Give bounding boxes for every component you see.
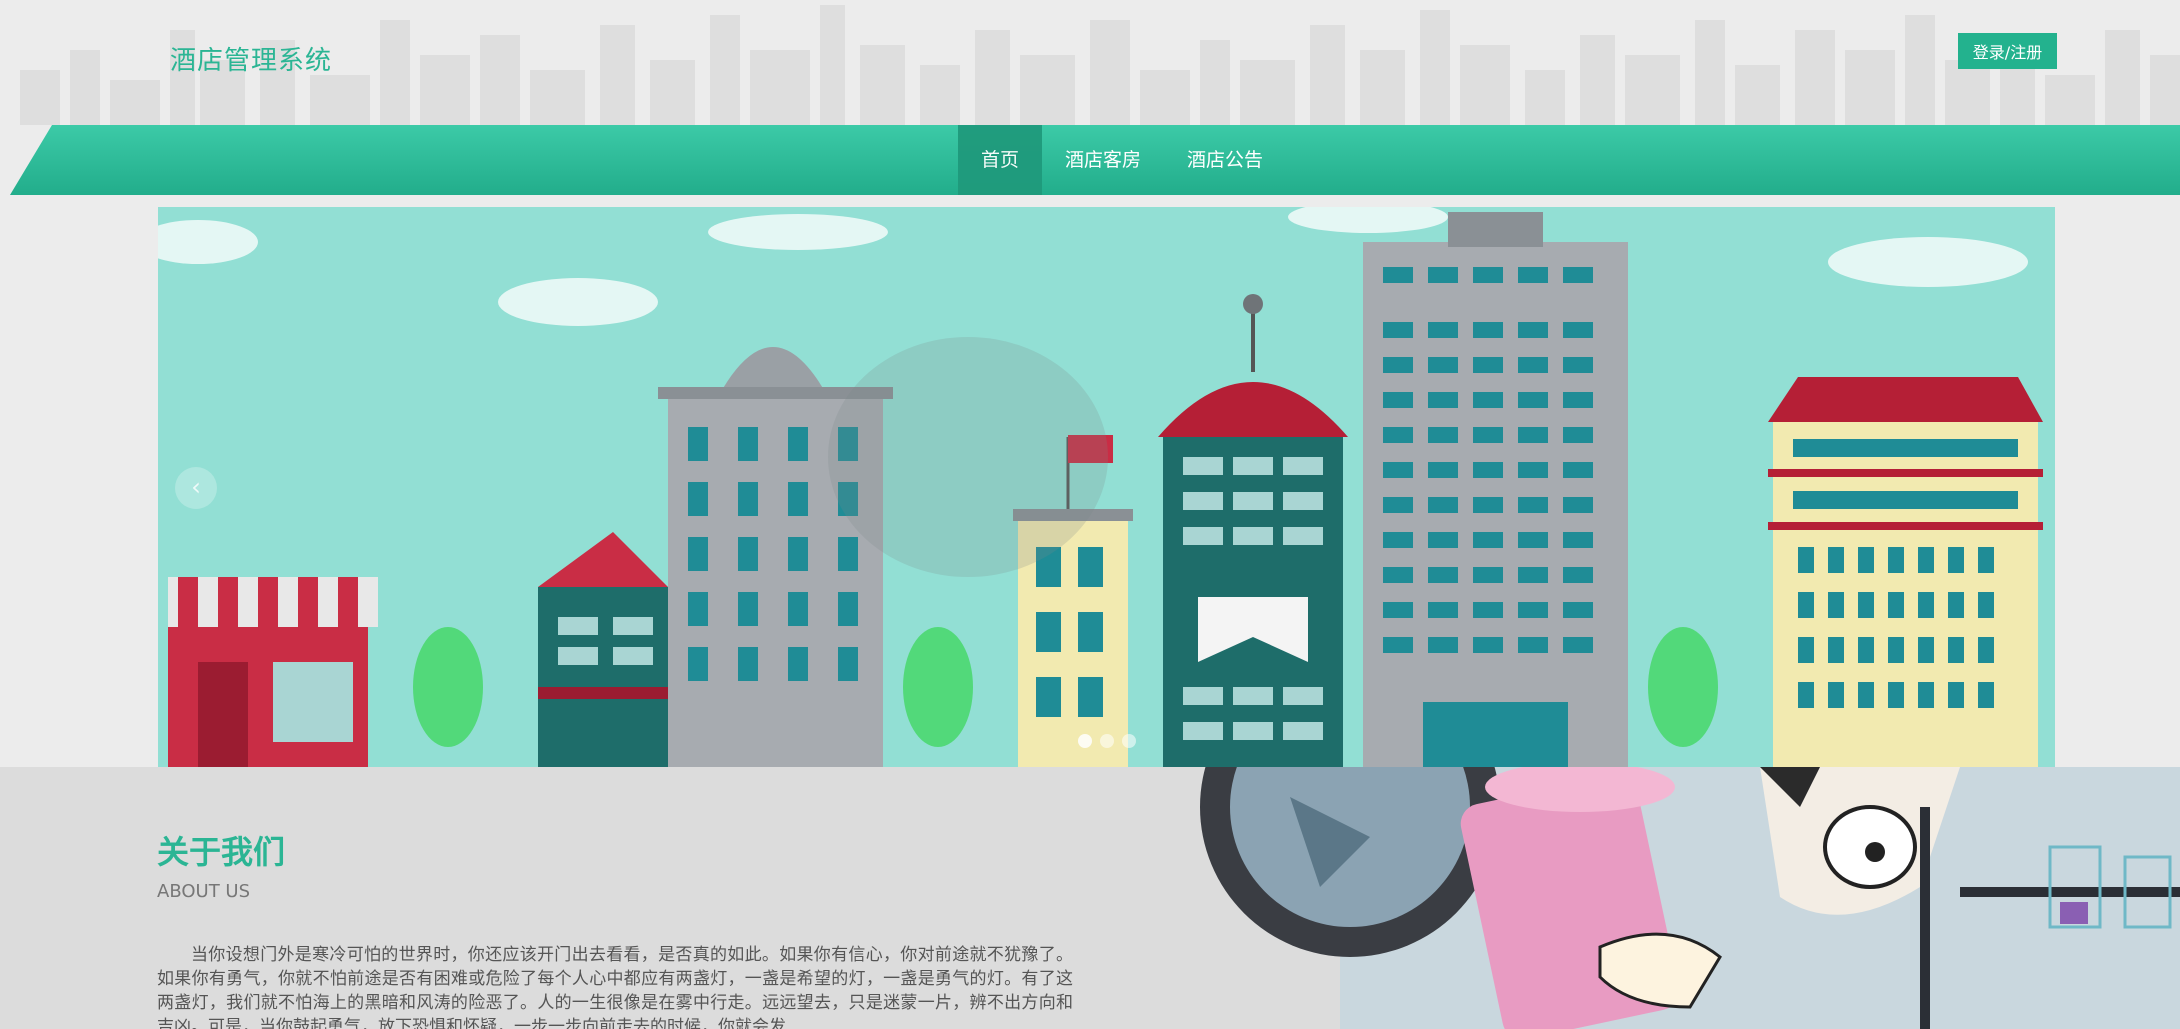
about-text: 当你设想门外是寒冷可怕的世界时，你还应该开门出去看看，是否真的如此。如果你有信心… <box>157 945 1073 1029</box>
about-illustration <box>1200 767 2180 1029</box>
about-section: 关于我们 ABOUT US 当你设想门外是寒冷可怕的世界时，你还应该开门出去看看… <box>0 767 2180 1029</box>
about-title: 关于我们 <box>157 833 286 871</box>
nav-item-home[interactable]: 首页 <box>958 125 1043 195</box>
banner-carousel[interactable]: ‹ <box>158 207 2055 767</box>
top-header: 酒店管理系统 登录/注册 <box>0 0 2180 125</box>
banner-city-illustration <box>158 207 2043 767</box>
carousel-prev-icon[interactable]: ‹ <box>175 467 217 509</box>
nav-item-rooms[interactable]: 酒店客房 <box>1042 125 1164 195</box>
carousel-dot[interactable] <box>1078 734 1092 748</box>
site-title[interactable]: 酒店管理系统 <box>170 40 332 77</box>
nav-item-notices[interactable]: 酒店公告 <box>1164 125 1286 195</box>
about-subtitle: ABOUT US <box>157 881 251 902</box>
carousel-indicators <box>1078 734 1136 748</box>
nav-list: 首页 酒店客房 酒店公告 <box>958 125 1286 195</box>
carousel-dot[interactable] <box>1122 734 1136 748</box>
main-nav: 首页 酒店客房 酒店公告 <box>0 125 2180 197</box>
carousel-dot[interactable] <box>1100 734 1114 748</box>
login-register-button[interactable]: 登录/注册 <box>1958 33 2057 69</box>
